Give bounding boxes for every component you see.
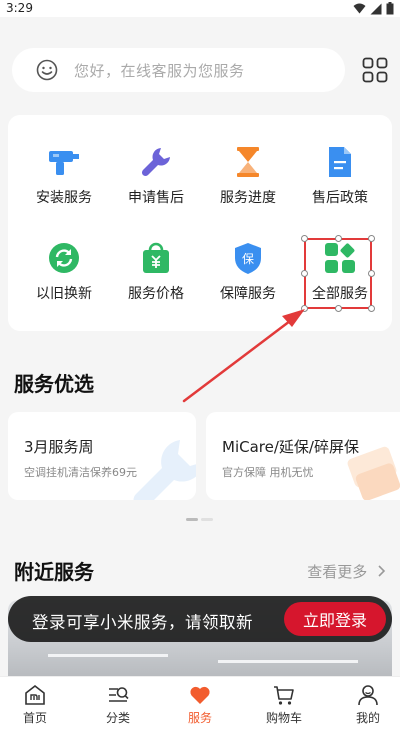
grid-menu-icon[interactable] bbox=[362, 57, 388, 83]
promo-title: 3月服务周 bbox=[24, 438, 94, 456]
tab-cart[interactable]: 购物车 bbox=[244, 683, 324, 726]
annotation-handle bbox=[368, 235, 375, 242]
search-row: 您好，在线客服为您服务 bbox=[12, 48, 388, 92]
refresh-icon bbox=[49, 243, 79, 273]
login-banner-text: 登录可享小米服务，请领取新 bbox=[32, 613, 253, 632]
tab-label: 分类 bbox=[105, 711, 130, 725]
price-bag-icon bbox=[143, 242, 169, 273]
bottom-tab-bar: 首页 分类 服务 购物车 我的 bbox=[0, 676, 400, 731]
status-bar: 3:29 bbox=[0, 0, 400, 17]
annotation-handle bbox=[368, 270, 375, 277]
tab-category[interactable]: 分类 bbox=[78, 683, 158, 726]
hourglass-icon bbox=[237, 147, 259, 177]
service-price[interactable]: 服务价格 bbox=[108, 241, 204, 303]
service-label: 服务价格 bbox=[128, 286, 184, 302]
service-install[interactable]: 安装服务 bbox=[16, 145, 112, 207]
annotation-handle bbox=[335, 235, 342, 242]
annotation-handle bbox=[301, 235, 308, 242]
promo-title: MiCare/延保/碎屏保 bbox=[222, 438, 359, 456]
service-label: 以旧换新 bbox=[36, 286, 92, 302]
service-label: 安装服务 bbox=[36, 190, 92, 206]
wrench-watermark-icon bbox=[133, 440, 196, 500]
service-protection[interactable]: 保 保障服务 bbox=[200, 241, 296, 303]
featured-section-title: 服务优选 bbox=[14, 372, 94, 396]
search-placeholder: 您好，在线客服为您服务 bbox=[74, 61, 245, 80]
profile-icon bbox=[358, 685, 378, 706]
heart-icon bbox=[190, 686, 210, 704]
status-time: 3:29 bbox=[6, 1, 33, 15]
wrench-icon bbox=[141, 148, 170, 177]
smile-icon bbox=[36, 59, 58, 81]
tab-label: 我的 bbox=[355, 711, 380, 725]
annotation-handle bbox=[335, 305, 342, 312]
tab-profile[interactable]: 我的 bbox=[328, 683, 400, 726]
nearby-section-title: 附近服务 bbox=[14, 560, 94, 584]
service-after-sales[interactable]: 申请售后 bbox=[108, 145, 204, 207]
service-label: 保障服务 bbox=[220, 286, 276, 302]
drill-icon bbox=[49, 151, 79, 175]
svg-text:保: 保 bbox=[242, 252, 254, 266]
tab-label: 购物车 bbox=[265, 711, 302, 725]
category-icon bbox=[109, 687, 129, 702]
view-more-link[interactable]: 查看更多 bbox=[307, 561, 386, 582]
promo-subtitle: 空调挂机清洁保养69元 bbox=[24, 466, 137, 479]
tab-home[interactable]: 首页 bbox=[0, 683, 75, 726]
ceiling-light bbox=[48, 654, 168, 657]
customer-service-search[interactable]: 您好，在线客服为您服务 bbox=[12, 48, 345, 92]
service-label: 申请售后 bbox=[128, 190, 184, 206]
ceiling-light bbox=[218, 660, 358, 663]
document-icon bbox=[329, 147, 351, 177]
tab-label: 服务 bbox=[187, 711, 212, 725]
annotation-handle bbox=[301, 270, 308, 277]
promo-card-service-week[interactable]: 3月服务周 空调挂机清洁保养69元 bbox=[8, 412, 196, 500]
pager-dot-active bbox=[186, 518, 198, 521]
tab-service[interactable]: 服务 bbox=[160, 683, 240, 726]
carousel-pager bbox=[186, 518, 214, 521]
tab-label: 首页 bbox=[22, 711, 47, 725]
view-more-label: 查看更多 bbox=[307, 563, 368, 581]
mi-home-icon bbox=[25, 684, 45, 705]
wifi-icon bbox=[353, 3, 366, 14]
cart-icon bbox=[274, 686, 294, 705]
pager-dot bbox=[201, 518, 213, 521]
login-banner: 登录可享小米服务，请领取新 立即登录 bbox=[8, 596, 392, 642]
annotation-handle bbox=[368, 305, 375, 312]
service-trade-in[interactable]: 以旧换新 bbox=[16, 241, 112, 303]
service-label: 服务进度 bbox=[220, 190, 276, 206]
shield-icon: 保 bbox=[235, 243, 261, 274]
battery-icon bbox=[386, 2, 394, 15]
annotation-highlight-box bbox=[304, 238, 372, 309]
annotation-handle bbox=[301, 305, 308, 312]
login-button[interactable]: 立即登录 bbox=[284, 602, 386, 636]
system-icons bbox=[353, 2, 394, 15]
chevron-right-icon bbox=[378, 565, 386, 577]
service-progress[interactable]: 服务进度 bbox=[200, 145, 296, 207]
signal-icon bbox=[370, 3, 382, 14]
service-policy[interactable]: 售后政策 bbox=[292, 145, 388, 207]
promo-card-micare[interactable]: MiCare/延保/碎屏保 官方保障 用机无忧 bbox=[206, 412, 400, 500]
service-label: 售后政策 bbox=[312, 190, 368, 206]
promo-subtitle: 官方保障 用机无忧 bbox=[222, 466, 314, 479]
